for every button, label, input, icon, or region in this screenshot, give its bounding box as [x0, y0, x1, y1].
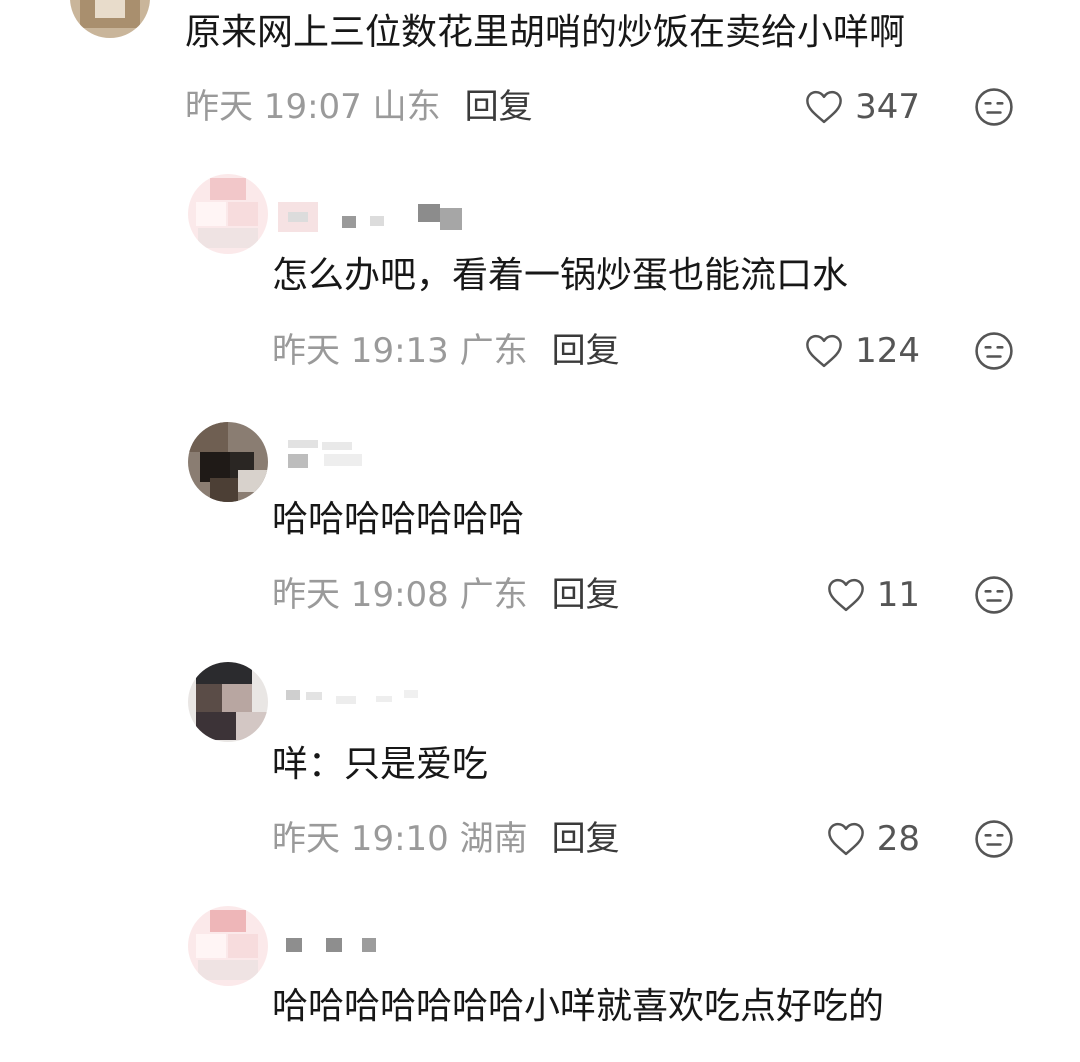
neutral-face-icon[interactable] — [972, 329, 1016, 373]
heart-outline-icon — [806, 334, 842, 368]
user-nickname-redacted — [278, 440, 478, 470]
like-count: 347 — [855, 87, 920, 127]
like-count: 124 — [855, 331, 920, 371]
avatar[interactable] — [188, 906, 268, 986]
neutral-face-icon[interactable] — [972, 85, 1016, 129]
like-button[interactable]: 347 — [760, 82, 920, 132]
like-button[interactable]: 28 — [760, 814, 920, 864]
user-nickname-redacted — [280, 682, 480, 712]
reply-button[interactable]: 回复 — [552, 575, 620, 615]
user-nickname-redacted — [278, 202, 478, 232]
heart-outline-icon — [827, 578, 864, 612]
neutral-face-icon[interactable] — [972, 817, 1016, 861]
heart-outline-icon — [806, 90, 842, 124]
reply-button[interactable]: 回复 — [552, 331, 620, 371]
comment-meta: 昨天 19:13 广东 回复 — [272, 326, 620, 376]
like-button[interactable]: 11 — [760, 570, 920, 620]
comment-meta: 昨天 19:07 山东 回复 — [185, 82, 533, 132]
comment-time-location: 昨天 19:07 山东 — [185, 87, 441, 127]
like-count: 11 — [876, 575, 920, 615]
reply-button[interactable]: 回复 — [552, 819, 620, 859]
comment-time-location: 昨天 19:13 广东 — [272, 331, 528, 371]
reply-button[interactable]: 回复 — [465, 87, 533, 127]
neutral-face-icon[interactable] — [972, 573, 1016, 617]
comment-time-location: 昨天 19:08 广东 — [272, 575, 528, 615]
heart-outline-icon — [827, 822, 864, 856]
user-nickname-redacted — [280, 932, 480, 962]
comment-meta: 昨天 19:08 广东 回复 — [272, 570, 620, 620]
avatar[interactable] — [188, 174, 268, 254]
comment-text: 咩：只是爱吃 — [272, 744, 489, 785]
comment-text: 怎么办吧，看着一锅炒蛋也能流口水 — [272, 255, 849, 296]
avatar[interactable] — [188, 422, 268, 502]
comment-text: 哈哈哈哈哈哈哈小咩就喜欢吃点好吃的 — [272, 986, 885, 1027]
avatar[interactable] — [70, 0, 150, 38]
comment-text: 哈哈哈哈哈哈哈 — [272, 499, 525, 540]
comment-time-location: 昨天 19:10 湖南 — [272, 819, 528, 859]
avatar[interactable] — [188, 662, 268, 742]
comment-meta: 昨天 19:10 湖南 回复 — [272, 814, 620, 864]
like-button[interactable]: 124 — [760, 326, 920, 376]
comment-text: 原来网上三位数花里胡哨的炒饭在卖给小咩啊 — [185, 12, 906, 53]
like-count: 28 — [876, 819, 920, 859]
